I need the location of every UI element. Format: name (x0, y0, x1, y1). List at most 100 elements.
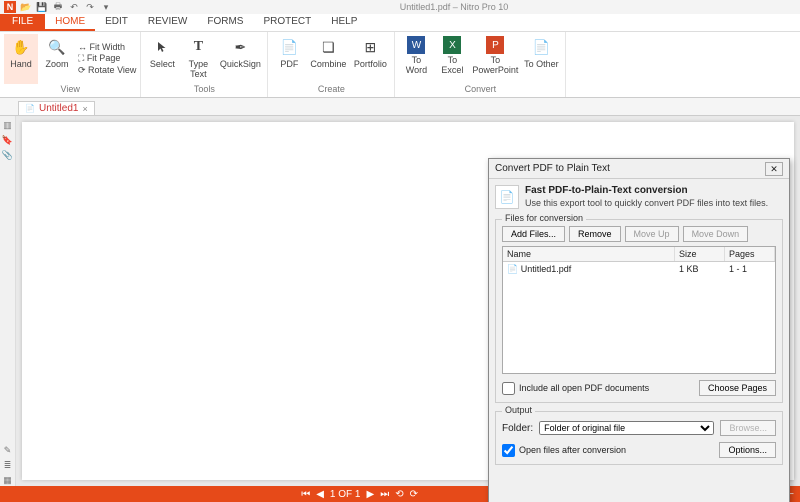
next-page-icon[interactable]: ▶ (366, 489, 374, 500)
signatures-panel-icon[interactable]: ✎ (2, 444, 14, 456)
output-fieldset: Output Folder: Folder of original file B… (495, 411, 783, 465)
tab-help[interactable]: HELP (321, 14, 367, 31)
left-panel-rail: ▥ 🔖 📎 ✎ ≣ ▦ (0, 116, 16, 486)
fit-page-button[interactable]: ⛶ Fit Page (78, 53, 136, 64)
app-icon: N (4, 1, 16, 13)
portfolio-button[interactable]: ⊞ Portfolio (350, 34, 390, 84)
excel-icon: X (443, 36, 461, 54)
pdf-button[interactable]: 📄 PDF (272, 34, 306, 84)
rotate-view-button[interactable]: ⟳ Rotate View (78, 65, 136, 76)
to-powerpoint-label: To PowerPoint (472, 56, 518, 76)
folder-select[interactable]: Folder of original file (539, 421, 714, 435)
page-indicator: 1 OF 1 (330, 489, 361, 500)
layers-panel-icon[interactable]: ≣ (2, 459, 14, 471)
move-down-button[interactable]: Move Down (683, 226, 749, 242)
zoom-label: Zoom (45, 60, 68, 70)
group-create: 📄 PDF ❏ Combine ⊞ Portfolio Create (268, 32, 395, 97)
first-page-icon[interactable]: ⏮ (301, 489, 310, 500)
nav-forward-icon[interactable]: ⟳ (410, 489, 418, 500)
quicksign-label: QuickSign (220, 60, 261, 70)
choose-pages-button[interactable]: Choose Pages (699, 380, 776, 396)
include-open-checkbox[interactable] (502, 382, 515, 395)
type-text-icon: T (187, 36, 209, 58)
combine-label: Combine (310, 60, 346, 70)
portfolio-icon: ⊞ (359, 36, 381, 58)
qa-dropdown-icon[interactable]: ▾ (100, 1, 112, 13)
prev-page-icon[interactable]: ◀ (316, 489, 324, 500)
options-button[interactable]: Options... (719, 442, 776, 458)
open-after-checkbox[interactable] (502, 444, 515, 457)
zoom-button[interactable]: 🔍 Zoom (40, 34, 74, 84)
open-after-label: Open files after conversion (519, 445, 626, 455)
fit-width-label: Fit Width (90, 42, 126, 52)
tab-home[interactable]: HOME (45, 14, 95, 31)
tab-review[interactable]: REVIEW (138, 14, 197, 31)
group-tools-caption: Tools (194, 84, 215, 95)
document-tab[interactable]: 📄 Untitled1 × (18, 101, 95, 115)
attachments-panel-icon[interactable]: 📎 (2, 149, 14, 161)
move-up-button[interactable]: Move Up (625, 226, 679, 242)
fit-width-button[interactable]: ↔ Fit Width (78, 42, 136, 52)
last-page-icon[interactable]: ⏭ (380, 489, 389, 500)
tab-edit[interactable]: EDIT (95, 14, 138, 31)
output-panel-icon[interactable]: ▦ (2, 474, 14, 486)
add-files-button[interactable]: Add Files... (502, 226, 565, 242)
pages-panel-icon[interactable]: ▥ (2, 119, 14, 131)
dialog-heading: Fast PDF-to-Plain-Text conversion (525, 185, 688, 196)
select-button[interactable]: Select (145, 34, 179, 84)
undo-icon[interactable]: ↶ (68, 1, 80, 13)
to-other-button[interactable]: 📄 To Other (521, 34, 561, 84)
combine-button[interactable]: ❏ Combine (308, 34, 348, 84)
title-bar: N 📂 💾 🖶 ↶ ↷ ▾ Untitled1.pdf – Nitro Pro … (0, 0, 800, 14)
to-excel-button[interactable]: X To Excel (435, 34, 469, 84)
tab-forms[interactable]: FORMS (197, 14, 253, 31)
file-row-pages: 1 - 1 (725, 262, 775, 277)
to-powerpoint-button[interactable]: P To PowerPoint (471, 34, 519, 84)
files-fieldset: Files for conversion Add Files... Remove… (495, 219, 783, 403)
to-word-button[interactable]: W To Word (399, 34, 433, 84)
remove-button[interactable]: Remove (569, 226, 621, 242)
fit-page-label: Fit Page (87, 53, 121, 63)
file-list[interactable]: Name Size Pages 📄 Untitled1.pdf 1 KB 1 -… (502, 246, 776, 374)
col-size[interactable]: Size (675, 247, 725, 261)
dialog-subheading: Use this export tool to quickly convert … (525, 198, 768, 208)
document-tab-label: Untitled1 (39, 103, 78, 114)
bookmarks-panel-icon[interactable]: 🔖 (2, 134, 14, 146)
select-icon (151, 36, 173, 58)
open-icon[interactable]: 📂 (20, 1, 32, 13)
hand-button[interactable]: ✋ Hand (4, 34, 38, 84)
output-legend: Output (502, 405, 535, 415)
group-create-caption: Create (318, 84, 345, 95)
group-tools: Select T Type Text ✒ QuickSign Tools (141, 32, 268, 97)
redo-icon[interactable]: ↷ (84, 1, 96, 13)
tab-file[interactable]: FILE (0, 14, 45, 31)
hand-icon: ✋ (10, 36, 32, 58)
dialog-title: Convert PDF to Plain Text (495, 163, 765, 174)
nav-back-icon[interactable]: ⟲ (395, 489, 403, 500)
file-row[interactable]: 📄 Untitled1.pdf 1 KB 1 - 1 (503, 262, 775, 277)
convert-icon: 📄 (495, 185, 519, 209)
col-name[interactable]: Name (503, 247, 675, 261)
group-view: ✋ Hand 🔍 Zoom ↔ Fit Width ⛶ Fit Page ⟳ R… (0, 32, 141, 97)
to-excel-label: To Excel (441, 56, 463, 76)
dialog-close-button[interactable]: ✕ (765, 162, 783, 176)
file-list-header: Name Size Pages (503, 247, 775, 262)
pdf-file-icon: 📄 (25, 104, 35, 113)
browse-button[interactable]: Browse... (720, 420, 776, 436)
group-view-caption: View (61, 84, 80, 95)
pdf-icon: 📄 (278, 36, 300, 58)
print-icon[interactable]: 🖶 (52, 1, 64, 13)
save-icon[interactable]: 💾 (36, 1, 48, 13)
tab-protect[interactable]: PROTECT (253, 14, 321, 31)
close-tab-icon[interactable]: × (82, 104, 87, 114)
type-text-button[interactable]: T Type Text (181, 34, 215, 84)
ribbon-tabs: FILE HOME EDIT REVIEW FORMS PROTECT HELP (0, 14, 800, 32)
col-pages[interactable]: Pages (725, 247, 775, 261)
quicksign-button[interactable]: ✒ QuickSign (217, 34, 263, 84)
workspace: ▥ 🔖 📎 ✎ ≣ ▦ Convert PDF to Plain Text ✕ … (0, 116, 800, 486)
window-title: Untitled1.pdf – Nitro Pro 10 (112, 2, 796, 12)
dialog-intro: 📄 Fast PDF-to-Plain-Text conversion Use … (489, 179, 789, 215)
zoom-icon: 🔍 (46, 36, 68, 58)
convert-dialog: Convert PDF to Plain Text ✕ 📄 Fast PDF-t… (488, 158, 790, 502)
to-other-label: To Other (524, 60, 559, 70)
